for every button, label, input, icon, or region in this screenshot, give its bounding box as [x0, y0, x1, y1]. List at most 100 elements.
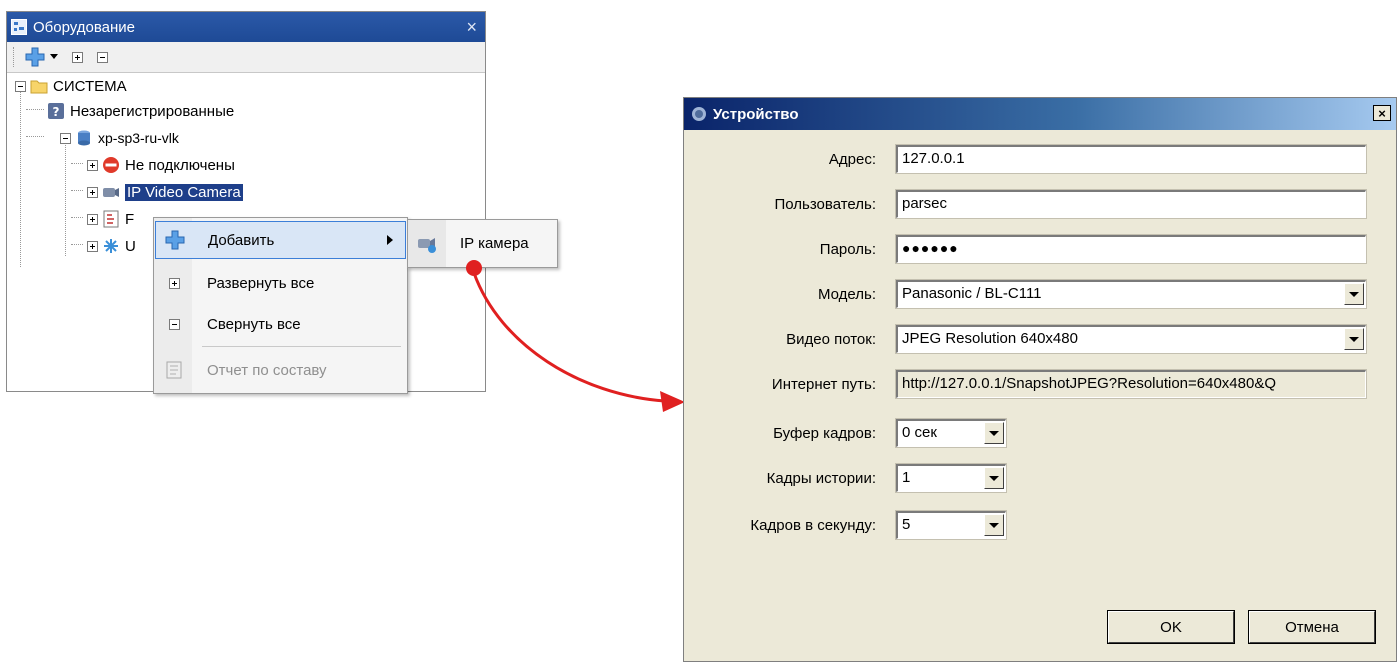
buffer-select[interactable]: 0 сек — [895, 418, 1007, 448]
model-select-value: Panasonic / BL-C111 — [902, 285, 1042, 302]
device-dialog: Устройство × Адрес: 127.0.0.1 Пользовате… — [683, 97, 1397, 662]
server-icon — [75, 129, 93, 147]
dialog-title: Устройство — [713, 105, 799, 123]
equipment-panel-title-bar: Оборудование × — [7, 12, 485, 42]
expand-icon — [168, 277, 180, 289]
row-fps: Кадров в секунду: 5 — [684, 510, 1396, 541]
script-icon — [102, 210, 120, 228]
tree-node-ip-video[interactable]: IP Video Camera — [87, 183, 243, 201]
tree-node-unregistered[interactable]: ? Незарегистрированные — [47, 102, 234, 120]
expand-icon[interactable] — [87, 159, 98, 171]
tree-node-f[interactable]: F — [87, 210, 134, 228]
add-dropdown-button[interactable] — [25, 47, 58, 67]
row-user: Пользователь: parsec — [684, 189, 1396, 220]
model-select[interactable]: Panasonic / BL-C111 — [895, 279, 1367, 309]
collapse-icon — [97, 51, 108, 63]
arrow-head — [660, 391, 685, 412]
report-icon — [155, 360, 193, 380]
equipment-panel-title: Оборудование — [33, 18, 136, 36]
menu-item-expand-all[interactable]: Развернуть все — [155, 264, 406, 302]
svg-text:?: ? — [53, 105, 60, 119]
toolbar-grip — [13, 47, 17, 67]
history-label: Кадры истории: — [766, 470, 876, 487]
chevron-down-icon[interactable] — [984, 467, 1004, 489]
user-label: Пользователь: — [774, 196, 876, 213]
tree-node-label: Незарегистрированные — [70, 102, 235, 120]
fps-select[interactable]: 5 — [895, 510, 1007, 540]
password-label: Пароль: — [819, 241, 876, 258]
tree-node-label: xp-sp3-ru-vlk — [98, 130, 179, 146]
row-history: Кадры истории: 1 — [684, 463, 1396, 494]
model-label: Модель: — [817, 286, 876, 303]
tree-node-label: Не подключены — [125, 156, 235, 174]
dialog-title-bar: Устройство — [684, 98, 1396, 130]
annotation-arrow — [466, 260, 685, 412]
chevron-down-icon[interactable] — [1344, 328, 1364, 350]
buffer-label: Буфер кадров: — [773, 425, 876, 442]
stream-label: Видео поток: — [786, 331, 876, 348]
row-model: Модель: Panasonic / BL-C111 — [684, 279, 1396, 310]
expand-icon[interactable] — [87, 186, 98, 198]
network-icon — [102, 237, 120, 255]
tree-node-label: F — [125, 210, 135, 228]
user-input[interactable]: parsec — [895, 189, 1367, 219]
expand-icon[interactable] — [87, 213, 98, 225]
menu-item-label: Отчет по составу — [207, 361, 327, 379]
dialog-close-button[interactable]: × — [1373, 105, 1391, 121]
question-icon: ? — [47, 102, 65, 120]
expand-icon — [72, 51, 83, 63]
stream-select-value: JPEG Resolution 640x480 — [902, 330, 1078, 347]
fps-select-value: 5 — [902, 516, 911, 533]
arrow-path — [472, 272, 666, 403]
password-input[interactable]: ●●●●●● — [895, 234, 1367, 264]
ip-camera-icon — [408, 234, 446, 254]
collapse-icon[interactable] — [15, 80, 26, 92]
row-address: Адрес: 127.0.0.1 — [684, 144, 1396, 175]
buffer-select-value: 0 сек — [902, 424, 937, 441]
no-entry-icon — [102, 156, 120, 174]
tree-node-u[interactable]: U — [87, 237, 136, 255]
submenu-arrow-icon — [387, 235, 393, 245]
chevron-down-icon[interactable] — [1344, 283, 1364, 305]
device-icon — [690, 105, 708, 123]
cancel-button[interactable]: Отмена — [1248, 610, 1376, 644]
menu-item-label: IP камера — [460, 235, 529, 252]
equipment-toolbar — [7, 42, 485, 73]
collapse-all-button[interactable] — [97, 51, 108, 63]
equipment-icon — [11, 19, 27, 35]
ok-button[interactable]: OK — [1107, 610, 1235, 644]
menu-item-report[interactable]: Отчет по составу — [155, 351, 406, 389]
panel-close-icon[interactable]: × — [466, 17, 477, 37]
stream-select[interactable]: JPEG Resolution 640x480 — [895, 324, 1367, 354]
history-select[interactable]: 1 — [895, 463, 1007, 493]
address-label: Адрес: — [828, 151, 876, 168]
menu-item-label: Добавить — [208, 231, 275, 249]
tree-node-label: U — [125, 237, 136, 255]
tree-node-label: СИСТЕМА — [53, 77, 127, 95]
url-field[interactable]: http://127.0.0.1/SnapshotJPEG?Resolution… — [895, 369, 1367, 399]
address-input[interactable]: 127.0.0.1 — [895, 144, 1367, 174]
chevron-down-icon[interactable] — [984, 514, 1004, 536]
fps-label: Кадров в секунду: — [750, 517, 876, 534]
tree-node-label: IP Video Camera — [125, 183, 243, 201]
context-menu: Добавить Развернуть все Свернуть все Отч… — [153, 217, 408, 394]
row-url: Интернет путь: http://127.0.0.1/Snapshot… — [684, 369, 1396, 400]
chevron-down-icon[interactable] — [984, 422, 1004, 444]
menu-item-collapse-all[interactable]: Свернуть все — [155, 305, 406, 343]
collapse-icon — [168, 318, 180, 330]
expand-icon[interactable] — [87, 240, 98, 252]
tree-node-system[interactable]: СИСТЕМА — [15, 77, 127, 95]
menu-item-label: Развернуть все — [207, 274, 315, 292]
tree-node-not-connected[interactable]: Не подключены — [87, 156, 235, 174]
row-password: Пароль: ●●●●●● — [684, 234, 1396, 265]
add-cross-icon — [156, 230, 194, 250]
url-label: Интернет путь: — [771, 376, 876, 393]
menu-separator — [202, 346, 401, 347]
row-buffer: Буфер кадров: 0 сек — [684, 418, 1396, 449]
expand-all-button[interactable] — [72, 51, 83, 63]
menu-item-add[interactable]: Добавить — [155, 221, 406, 259]
folder-icon — [30, 77, 48, 95]
menu-item-label: Свернуть все — [207, 315, 301, 333]
collapse-icon[interactable] — [60, 132, 71, 144]
tree-node-server[interactable]: xp-sp3-ru-vlk — [60, 129, 179, 147]
